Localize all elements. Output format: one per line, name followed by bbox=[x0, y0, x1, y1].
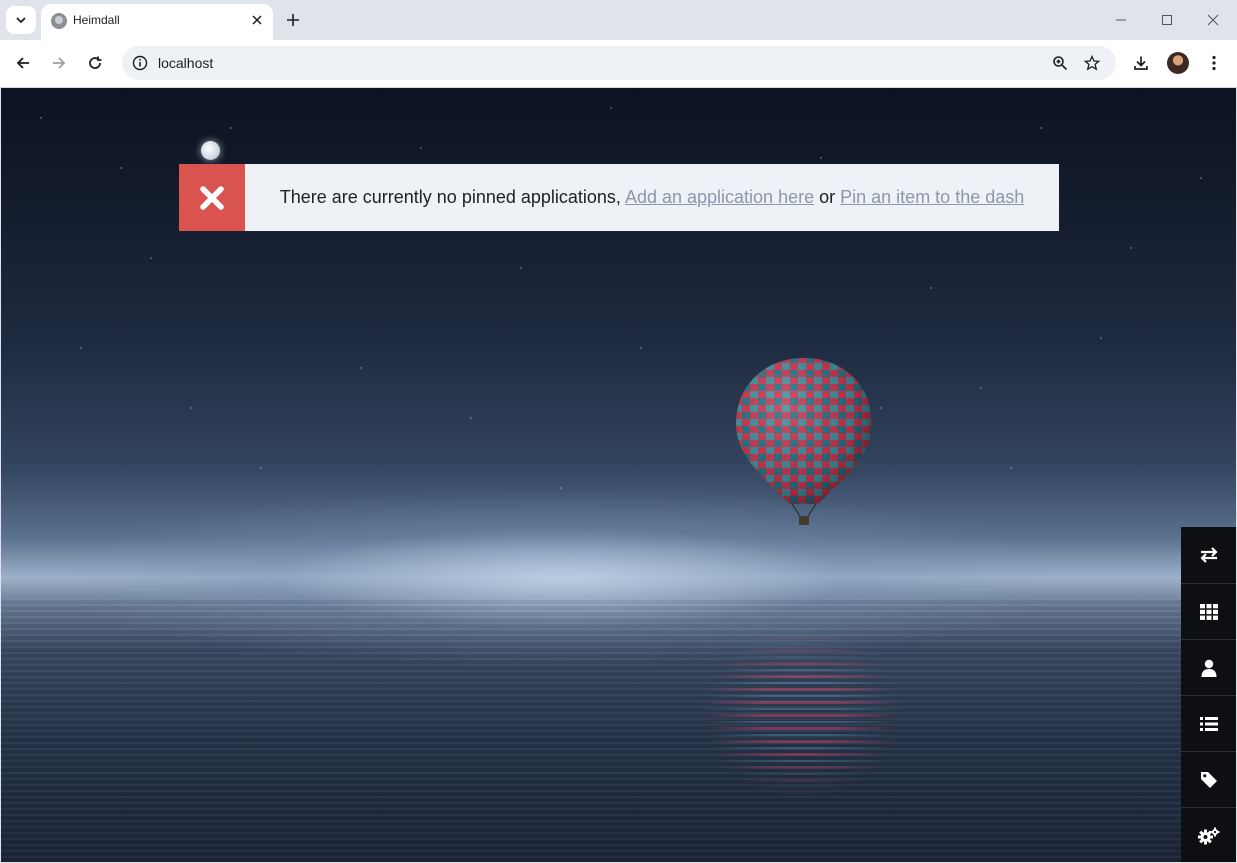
zoom-button[interactable] bbox=[1048, 51, 1072, 75]
zoom-in-icon bbox=[1053, 56, 1068, 71]
browser-menu-button[interactable] bbox=[1200, 49, 1228, 77]
info-icon bbox=[132, 55, 148, 71]
alert-connector-text: or bbox=[819, 187, 836, 207]
star-icon bbox=[1084, 55, 1100, 71]
address-bar[interactable]: localhost bbox=[122, 46, 1116, 80]
items-button[interactable] bbox=[1181, 583, 1236, 639]
tab-strip: Heimdall bbox=[0, 0, 1237, 40]
switch-view-button[interactable] bbox=[1181, 527, 1236, 582]
minimize-button[interactable] bbox=[1106, 6, 1136, 34]
browser-toolbar: localhost bbox=[0, 40, 1237, 88]
profile-avatar[interactable] bbox=[1167, 52, 1189, 74]
url-text[interactable]: localhost bbox=[158, 55, 213, 71]
no-apps-alert: There are currently no pinned applicatio… bbox=[179, 164, 1059, 231]
hot-air-balloon bbox=[736, 358, 872, 525]
list-icon bbox=[1200, 716, 1218, 731]
maximize-icon bbox=[1162, 15, 1172, 25]
downloads-button[interactable] bbox=[1127, 49, 1155, 77]
users-button[interactable] bbox=[1181, 639, 1236, 695]
window-close-button[interactable] bbox=[1198, 6, 1228, 34]
back-button[interactable] bbox=[9, 49, 37, 77]
bookmark-button[interactable] bbox=[1080, 51, 1104, 75]
plus-icon bbox=[287, 14, 299, 26]
chevron-down-icon bbox=[16, 17, 26, 24]
browser-tab[interactable]: Heimdall bbox=[41, 4, 273, 40]
arrow-left-icon bbox=[16, 57, 29, 69]
list-view-button[interactable] bbox=[1181, 695, 1236, 751]
user-icon bbox=[1201, 659, 1217, 677]
download-icon bbox=[1134, 56, 1148, 70]
error-x-icon bbox=[200, 185, 224, 210]
kebab-menu-icon bbox=[1212, 55, 1216, 71]
site-info-button[interactable] bbox=[128, 51, 152, 75]
tags-button[interactable] bbox=[1181, 751, 1236, 807]
settings-button[interactable] bbox=[1181, 807, 1236, 862]
tab-close-button[interactable] bbox=[247, 10, 267, 30]
alert-message: There are currently no pinned applicatio… bbox=[245, 187, 1059, 208]
add-application-link[interactable]: Add an application here bbox=[625, 187, 814, 207]
arrow-right-icon bbox=[53, 57, 66, 69]
balloon-reflection bbox=[691, 623, 911, 798]
maximize-button[interactable] bbox=[1152, 6, 1182, 34]
close-icon bbox=[1207, 14, 1219, 26]
alert-icon-box bbox=[179, 164, 245, 231]
pin-item-link[interactable]: Pin an item to the dash bbox=[840, 187, 1024, 207]
starfield bbox=[1, 88, 1236, 558]
switch-arrows-icon bbox=[1200, 546, 1218, 563]
close-icon bbox=[252, 15, 262, 25]
reload-icon bbox=[89, 56, 102, 69]
minimize-icon bbox=[1116, 19, 1126, 21]
forward-button[interactable] bbox=[45, 49, 73, 77]
settings-cogs-icon bbox=[1198, 827, 1220, 844]
new-tab-button[interactable] bbox=[281, 8, 305, 32]
dashboard-background: There are currently no pinned applicatio… bbox=[1, 88, 1236, 862]
grid-icon bbox=[1200, 603, 1218, 620]
alert-message-text: There are currently no pinned applicatio… bbox=[279, 187, 621, 207]
side-menu bbox=[1181, 527, 1236, 862]
heimdall-favicon-icon bbox=[51, 13, 67, 29]
water-surface bbox=[1, 598, 1236, 862]
tag-icon bbox=[1201, 771, 1217, 788]
tab-title: Heimdall bbox=[73, 13, 120, 27]
tab-search-button[interactable] bbox=[6, 6, 36, 34]
reload-button[interactable] bbox=[81, 49, 109, 77]
moon bbox=[201, 141, 220, 160]
